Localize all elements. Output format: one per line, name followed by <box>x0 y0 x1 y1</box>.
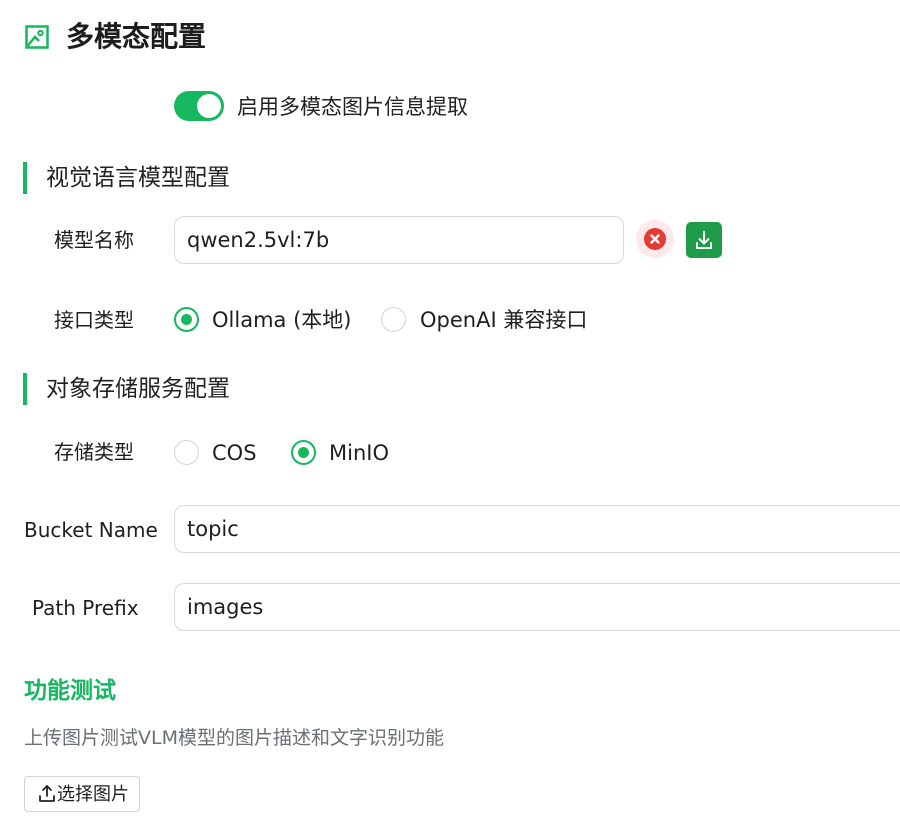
download-icon <box>696 231 712 249</box>
select-image-label: 选择图片 <box>57 784 129 805</box>
path-prefix-input[interactable]: images <box>174 583 900 631</box>
radio-minio[interactable] <box>291 440 316 465</box>
close-icon <box>644 228 666 250</box>
bucket-name-label: Bucket Name <box>24 518 158 542</box>
function-test-title: 功能测试 <box>24 678 116 704</box>
interface-type-label: 接口类型 <box>54 308 134 332</box>
vlm-section-title: 视觉语言模型配置 <box>46 165 230 191</box>
multimodal-toggle[interactable] <box>174 91 224 121</box>
path-prefix-label: Path Prefix <box>32 596 139 620</box>
radio-cos[interactable] <box>174 440 199 465</box>
radio-openai-label[interactable]: OpenAI 兼容接口 <box>420 306 587 334</box>
upload-icon <box>39 785 55 802</box>
radio-openai[interactable] <box>381 307 406 332</box>
bucket-name-input[interactable]: topic <box>174 505 900 553</box>
storage-section-title: 对象存储服务配置 <box>46 376 230 402</box>
section-accent-bar <box>23 373 27 405</box>
radio-cos-label[interactable]: COS <box>212 439 257 467</box>
section-accent-bar <box>23 162 27 194</box>
function-test-description: 上传图片测试VLM模型的图片描述和文字识别功能 <box>24 727 444 749</box>
radio-minio-label[interactable]: MinIO <box>329 439 389 467</box>
clear-model-button[interactable] <box>636 220 674 258</box>
page-title: 多模态配置 <box>66 20 207 53</box>
model-name-input[interactable]: qwen2.5vl:7b <box>174 216 624 264</box>
toggle-knob <box>197 94 221 118</box>
multimodal-config-page: 多模态配置 启用多模态图片信息提取 视觉语言模型配置 模型名称 qwen2.5v… <box>0 0 900 834</box>
radio-ollama-label[interactable]: Ollama (本地) <box>212 306 351 334</box>
select-image-button[interactable]: 选择图片 <box>24 776 140 812</box>
model-name-label: 模型名称 <box>54 228 134 252</box>
storage-type-label: 存储类型 <box>54 440 134 464</box>
download-model-button[interactable] <box>686 222 722 258</box>
radio-ollama[interactable] <box>174 307 199 332</box>
multimodal-toggle-label: 启用多模态图片信息提取 <box>237 95 468 119</box>
image-icon <box>25 25 49 49</box>
